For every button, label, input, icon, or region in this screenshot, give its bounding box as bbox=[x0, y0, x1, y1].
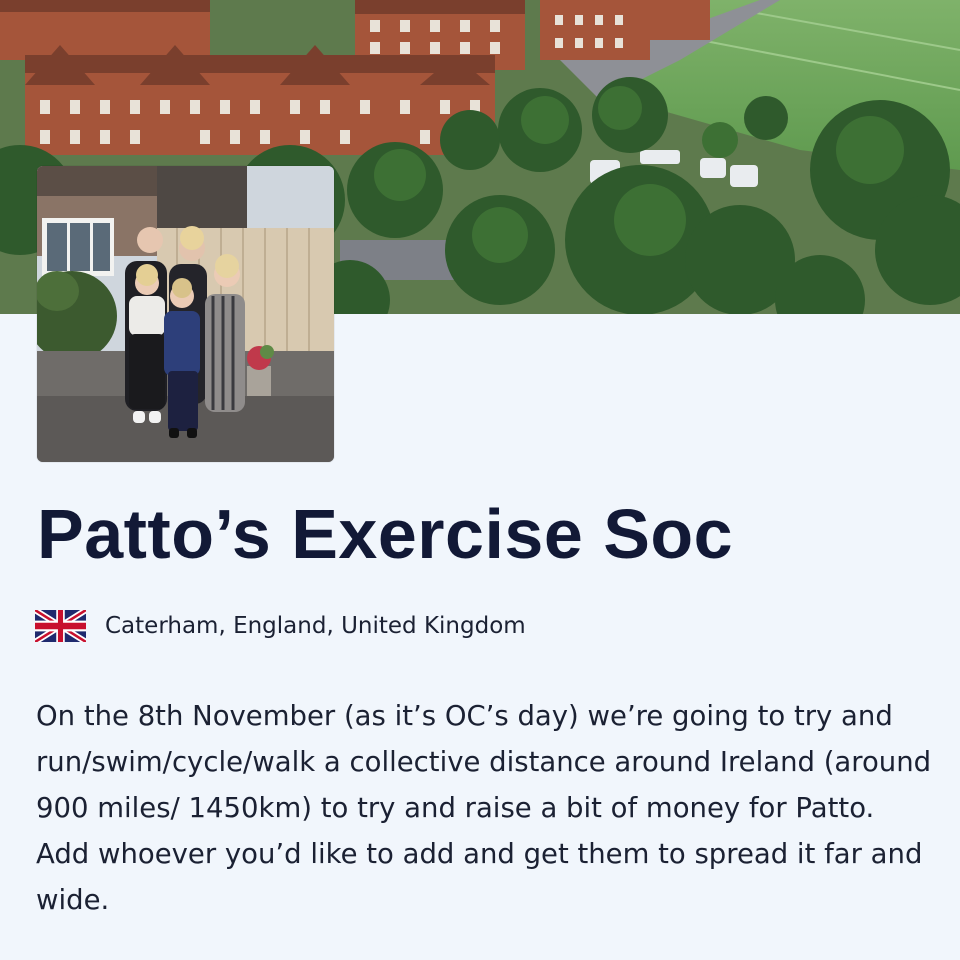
profile-photo-image bbox=[37, 166, 334, 462]
profile-photo[interactable] bbox=[37, 166, 334, 462]
page-title: Patto’s Exercise Soc bbox=[37, 495, 734, 573]
description-text: On the 8th November (as it’s OC’s day) w… bbox=[36, 700, 932, 916]
uk-flag-icon bbox=[35, 610, 86, 642]
location-row: Caterham, England, United Kingdom bbox=[35, 608, 526, 644]
location-text: Caterham, England, United Kingdom bbox=[105, 613, 526, 639]
